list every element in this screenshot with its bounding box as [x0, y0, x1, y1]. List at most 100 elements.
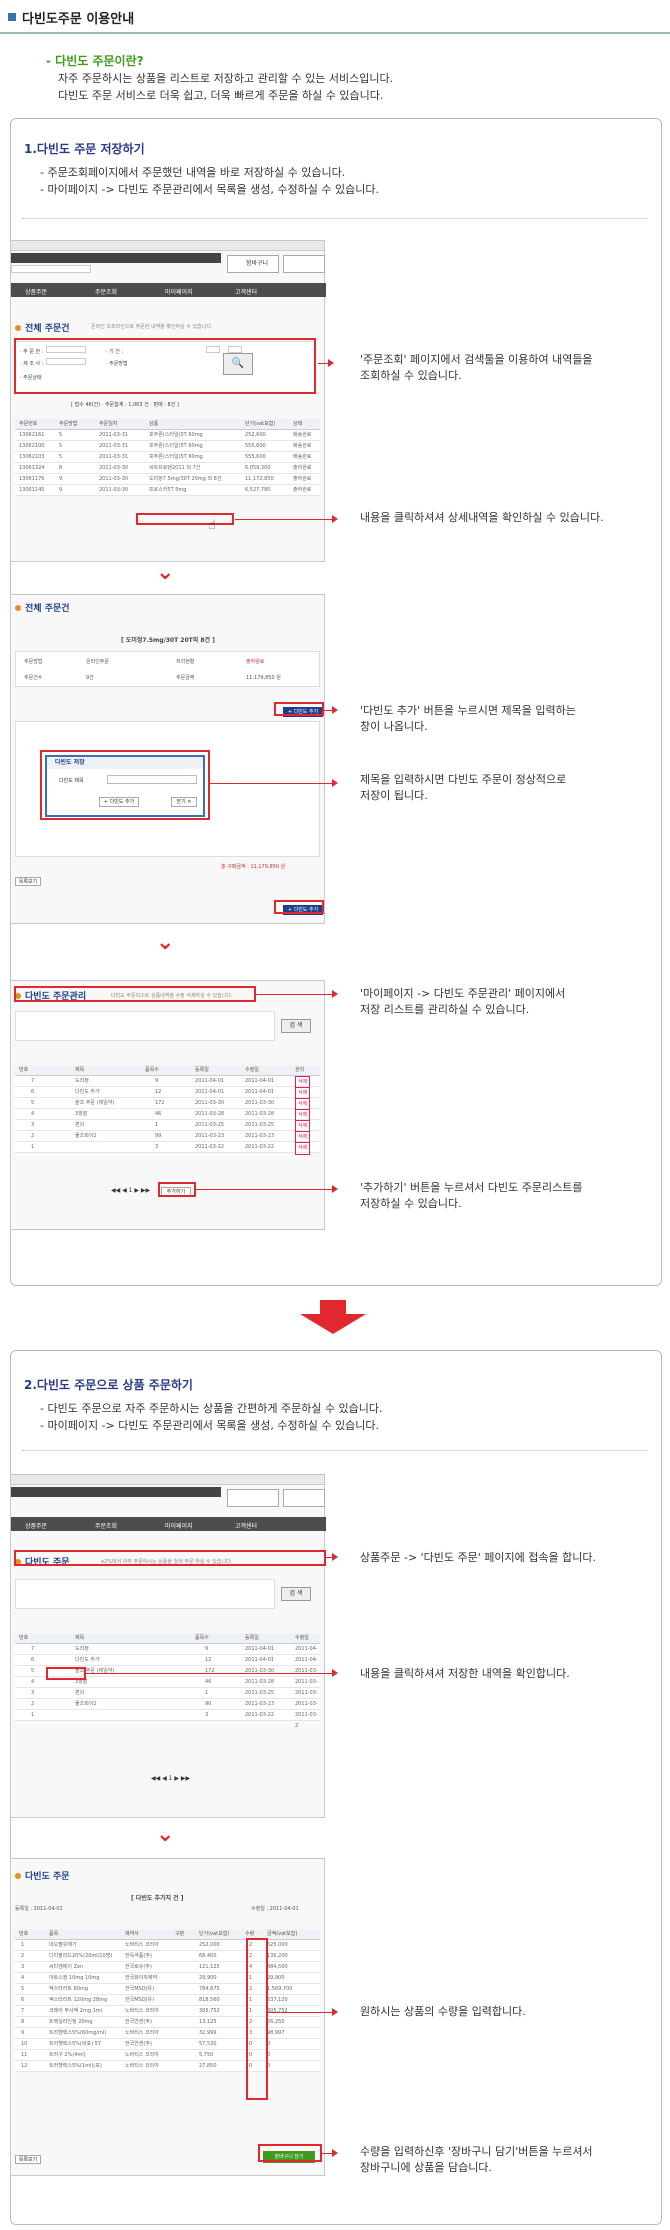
nav-mypage[interactable]: 마이페이지	[165, 1521, 193, 1530]
table-cell: 2011-03-22	[195, 1144, 225, 1150]
cart-button[interactable]: 장바구니	[227, 255, 279, 273]
table-cell: 12	[21, 2063, 28, 2069]
table-cell: 12	[205, 1657, 212, 1663]
section-title: 전체 주문건	[15, 321, 70, 334]
annotation-b4: 수량을 입력하신후 '장바구니 담기'버튼을 누르셔서 장바구니에 상품을 담습…	[360, 2145, 593, 2174]
table-cell: 13,125	[199, 2019, 217, 2025]
order-row[interactable]: 13061145 9 2011-03-30 프로스카5T 5mg 6,527,780 출하…	[15, 485, 320, 496]
highlight-qty-column	[246, 1938, 268, 2100]
table-cell: 트러헬렉스5%(1ml)(포)	[49, 2063, 102, 2069]
frequent-row[interactable]: 6 다빈도 추가 12 2011-04-01 2011-04-01 삭제	[15, 1087, 320, 1100]
annotation-b2: 내용을 클릭하셔셔 저장한 내역을 확인합니다.	[360, 1667, 570, 1680]
order-row[interactable]: 13061176 9 2011-03-30 도미정7.5mg/30T 20mg 외 8…	[15, 474, 320, 485]
search-button[interactable]: 검 색	[281, 1587, 311, 1601]
nav-customer-center[interactable]: 고객센터	[235, 287, 257, 296]
item-row[interactable]: 4 아토스정 10mg 10mg 한국화이자제약 29,900 1 29,900	[15, 1973, 320, 1984]
order-row[interactable]: 13062103 5 2011-03-31 포주론(스터일)5T 60mg 555,60…	[15, 452, 320, 463]
search-form	[15, 1011, 275, 1041]
table-cell: 9	[59, 476, 63, 482]
item-row[interactable]: 6 엑스타라트 120mg 28mg 한국MSD(유) 818,560 1 637,120	[15, 1995, 320, 2006]
order-row[interactable]: 13062100 5 2011-03-31 포주론(스터일)5T 60mg 555,60…	[15, 441, 320, 452]
table-cell: 포주론(스터일)5T 60mg	[149, 432, 203, 438]
nav-order-lookup[interactable]: 주문조회	[95, 1521, 117, 1530]
table-cell: 2011-03-28	[245, 1111, 275, 1117]
frequent-row[interactable]: 6다빈도 추가122011-04-012011-04-0	[15, 1655, 320, 1674]
item-row[interactable]: 8 트렉실라인정 20mg 한국얀센(주) 13,125 2 26,250	[15, 2017, 320, 2028]
nav-order-lookup[interactable]: 주문조회	[95, 287, 117, 296]
nav-mypage[interactable]: 마이페이지	[165, 287, 193, 296]
frequent-row[interactable]: 5 올조 주문 (제일약) 172 2011-03-30 2011-03-30 삭제	[15, 1098, 320, 1111]
item-row[interactable]: 2 디티팔리드20%(20ml/10명) 한독약품(주) 68,400 2 136,200	[15, 1951, 320, 1962]
frequent-row[interactable]: 4 3월말 46 2011-03-28 2011-03-28 삭제	[15, 1109, 320, 1122]
intro-question: - 다빈도 주문이란?	[46, 54, 144, 68]
table-cell: 트리헬렉스5%(60mg/ml)	[49, 2030, 107, 2036]
annotation-line	[196, 1189, 332, 1190]
frequent-table-header: 번호 제목 품목수 등록일 수정일	[15, 1633, 320, 1644]
item-row[interactable]: 9 트리헬렉스5%(60mg/ml) 노바티스 코리아 32,999 3 98,997	[15, 2028, 320, 2039]
item-row[interactable]: 5 엑스타라트 60mg 한국MSD(유) 784,675 2 1,569,700	[15, 1984, 320, 1995]
table-cell: 29,900	[267, 1975, 285, 1981]
highlight-list-row	[46, 1667, 86, 1680]
table-cell: 4	[31, 1111, 35, 1117]
item-row[interactable]: 3 씨티엠에이 Zen 한국로슈(주) 121,125 4 484,500	[15, 1962, 320, 1973]
site-search-input[interactable]	[11, 265, 91, 273]
frequent-row[interactable]: 2물조회이2902011-03-232011-03-2	[15, 1699, 320, 1718]
nav-customer-center[interactable]: 고객센터	[235, 1521, 257, 1530]
table-cell: 2011-03-28	[245, 1679, 275, 1685]
item-row[interactable]: 12 트러헬렉스5%(1ml)(포) 노바티스 코리아 27,850 0 0	[15, 2061, 320, 2072]
cart-button[interactable]	[227, 1489, 279, 1507]
table-cell: 252,600	[245, 432, 266, 438]
frequent-row[interactable]: 3편의12011-03-252011-03-2	[15, 1688, 320, 1707]
frequent-order-button[interactable]	[283, 1489, 325, 1507]
table-cell: 2011-03-30	[99, 476, 129, 482]
item-row[interactable]: 10 트리헬렉스5%(비포) 5T 한국얀센(주) 57,530 0 0	[15, 2039, 320, 2050]
orange-dot-icon	[15, 1873, 21, 1879]
table-cell: 99	[155, 1133, 162, 1139]
pagination[interactable]: ◀◀ ◀ 1 ▶ ▶▶	[111, 1187, 150, 1194]
table-cell: 2011-03-31	[99, 443, 129, 449]
table-cell: 출하완료	[293, 487, 312, 493]
order-row[interactable]: 13061324 8 2011-03-30 씨트프로텐2011 외 7건 6,059,3…	[15, 463, 320, 474]
table-cell: 코레아 주사액 2mg 1ml	[49, 2008, 103, 2014]
list-button[interactable]: 목록보기	[15, 2155, 41, 2164]
order-row[interactable]: 13062161 5 2011-03-31 포주론(스터일)5T 60mg 252,60…	[15, 430, 320, 441]
frequent-row[interactable]: 1 3 2011-03-22 2011-03-2	[15, 1710, 320, 1729]
annotation-arrow-icon	[332, 1185, 338, 1193]
annotation-line	[322, 2153, 332, 2154]
table-cell: 한국얀센(주)	[125, 2019, 152, 2025]
table-cell: 도리정	[75, 1646, 89, 1652]
search-button[interactable]: 검 색	[281, 1019, 311, 1033]
highlight-modal	[40, 750, 210, 820]
table-cell: 한국로슈(주)	[125, 1964, 152, 1970]
frequent-row[interactable]: 1 3 2011-03-22 2011-03-22 삭제	[15, 1142, 320, 1155]
section1-bullet2: - 마이페이지 -> 다빈도 주문관리에서 목록을 생성, 수정하실 수 있습니…	[40, 183, 379, 196]
frequent-row[interactable]: 7도리정92011-04-012011-04-0	[15, 1644, 320, 1663]
frequent-row[interactable]: 2 물조회이2 99 2011-03-23 2011-03-23 삭제	[15, 1131, 320, 1144]
table-cell: 29,900	[199, 1975, 217, 1981]
table-cell: 다빈도 추가	[75, 1089, 100, 1095]
table-cell: 5	[21, 1986, 25, 1992]
list-button[interactable]: 목록보기	[15, 877, 41, 886]
section-title: 다빈도 주문	[15, 1869, 70, 1882]
main-nav: 상품주문 주문조회 마이페이지 고객센터	[11, 1517, 326, 1531]
frequent-row[interactable]: 7 도리정 9 2011-04-01 2011-04-01 삭제	[15, 1076, 320, 1089]
annotation-1: '주문조회' 페이지에서 검색툴을 이용하여 내역들을 조회하실 수 있습니다.	[360, 353, 593, 382]
pagination[interactable]: ◀◀ ◀ 1 ▶ ▶▶	[151, 1775, 190, 1782]
nav-product-order[interactable]: 상품주문	[25, 287, 47, 296]
table-cell: 엑스타라트 120mg 28mg	[49, 1997, 108, 2003]
total-amount: 총 구매금액 : 11,179,850 원	[221, 864, 286, 870]
nav-product-order[interactable]: 상품주문	[25, 1521, 47, 1530]
frequent-row[interactable]: 3 편의 1 2011-03-25 2011-03-25 삭제	[15, 1120, 320, 1133]
table-cell: 90	[205, 1701, 212, 1707]
table-cell: 포주론(스터일)5T 60mg	[149, 454, 203, 460]
screenshot-frequent-order-detail: 다빈도 주문 [ 다빈도 추가지 건 ] 등록일 : 2011-04-01 수정…	[10, 1858, 325, 2176]
item-row[interactable]: 11 트러구 2%(4ml) 노바티스 코리아 5,750 0 0	[15, 2050, 320, 2061]
table-cell: 6,527,780	[245, 487, 271, 493]
item-row[interactable]: 1 네오팔유메가 노바티스 코리아 252,000 2 525,000	[15, 1940, 320, 1951]
table-cell: 32,999	[199, 2030, 217, 2036]
table-cell: 2011-03-25	[195, 1122, 225, 1128]
table-cell: 2011-03-28	[195, 1111, 225, 1117]
table-cell: 출하완료	[293, 465, 312, 471]
frequent-order-button[interactable]	[283, 255, 325, 273]
order-summary: [ 접수 46(건) · 주문합계 : 1,063 건 · 판매 : 8건 ]	[71, 402, 179, 408]
